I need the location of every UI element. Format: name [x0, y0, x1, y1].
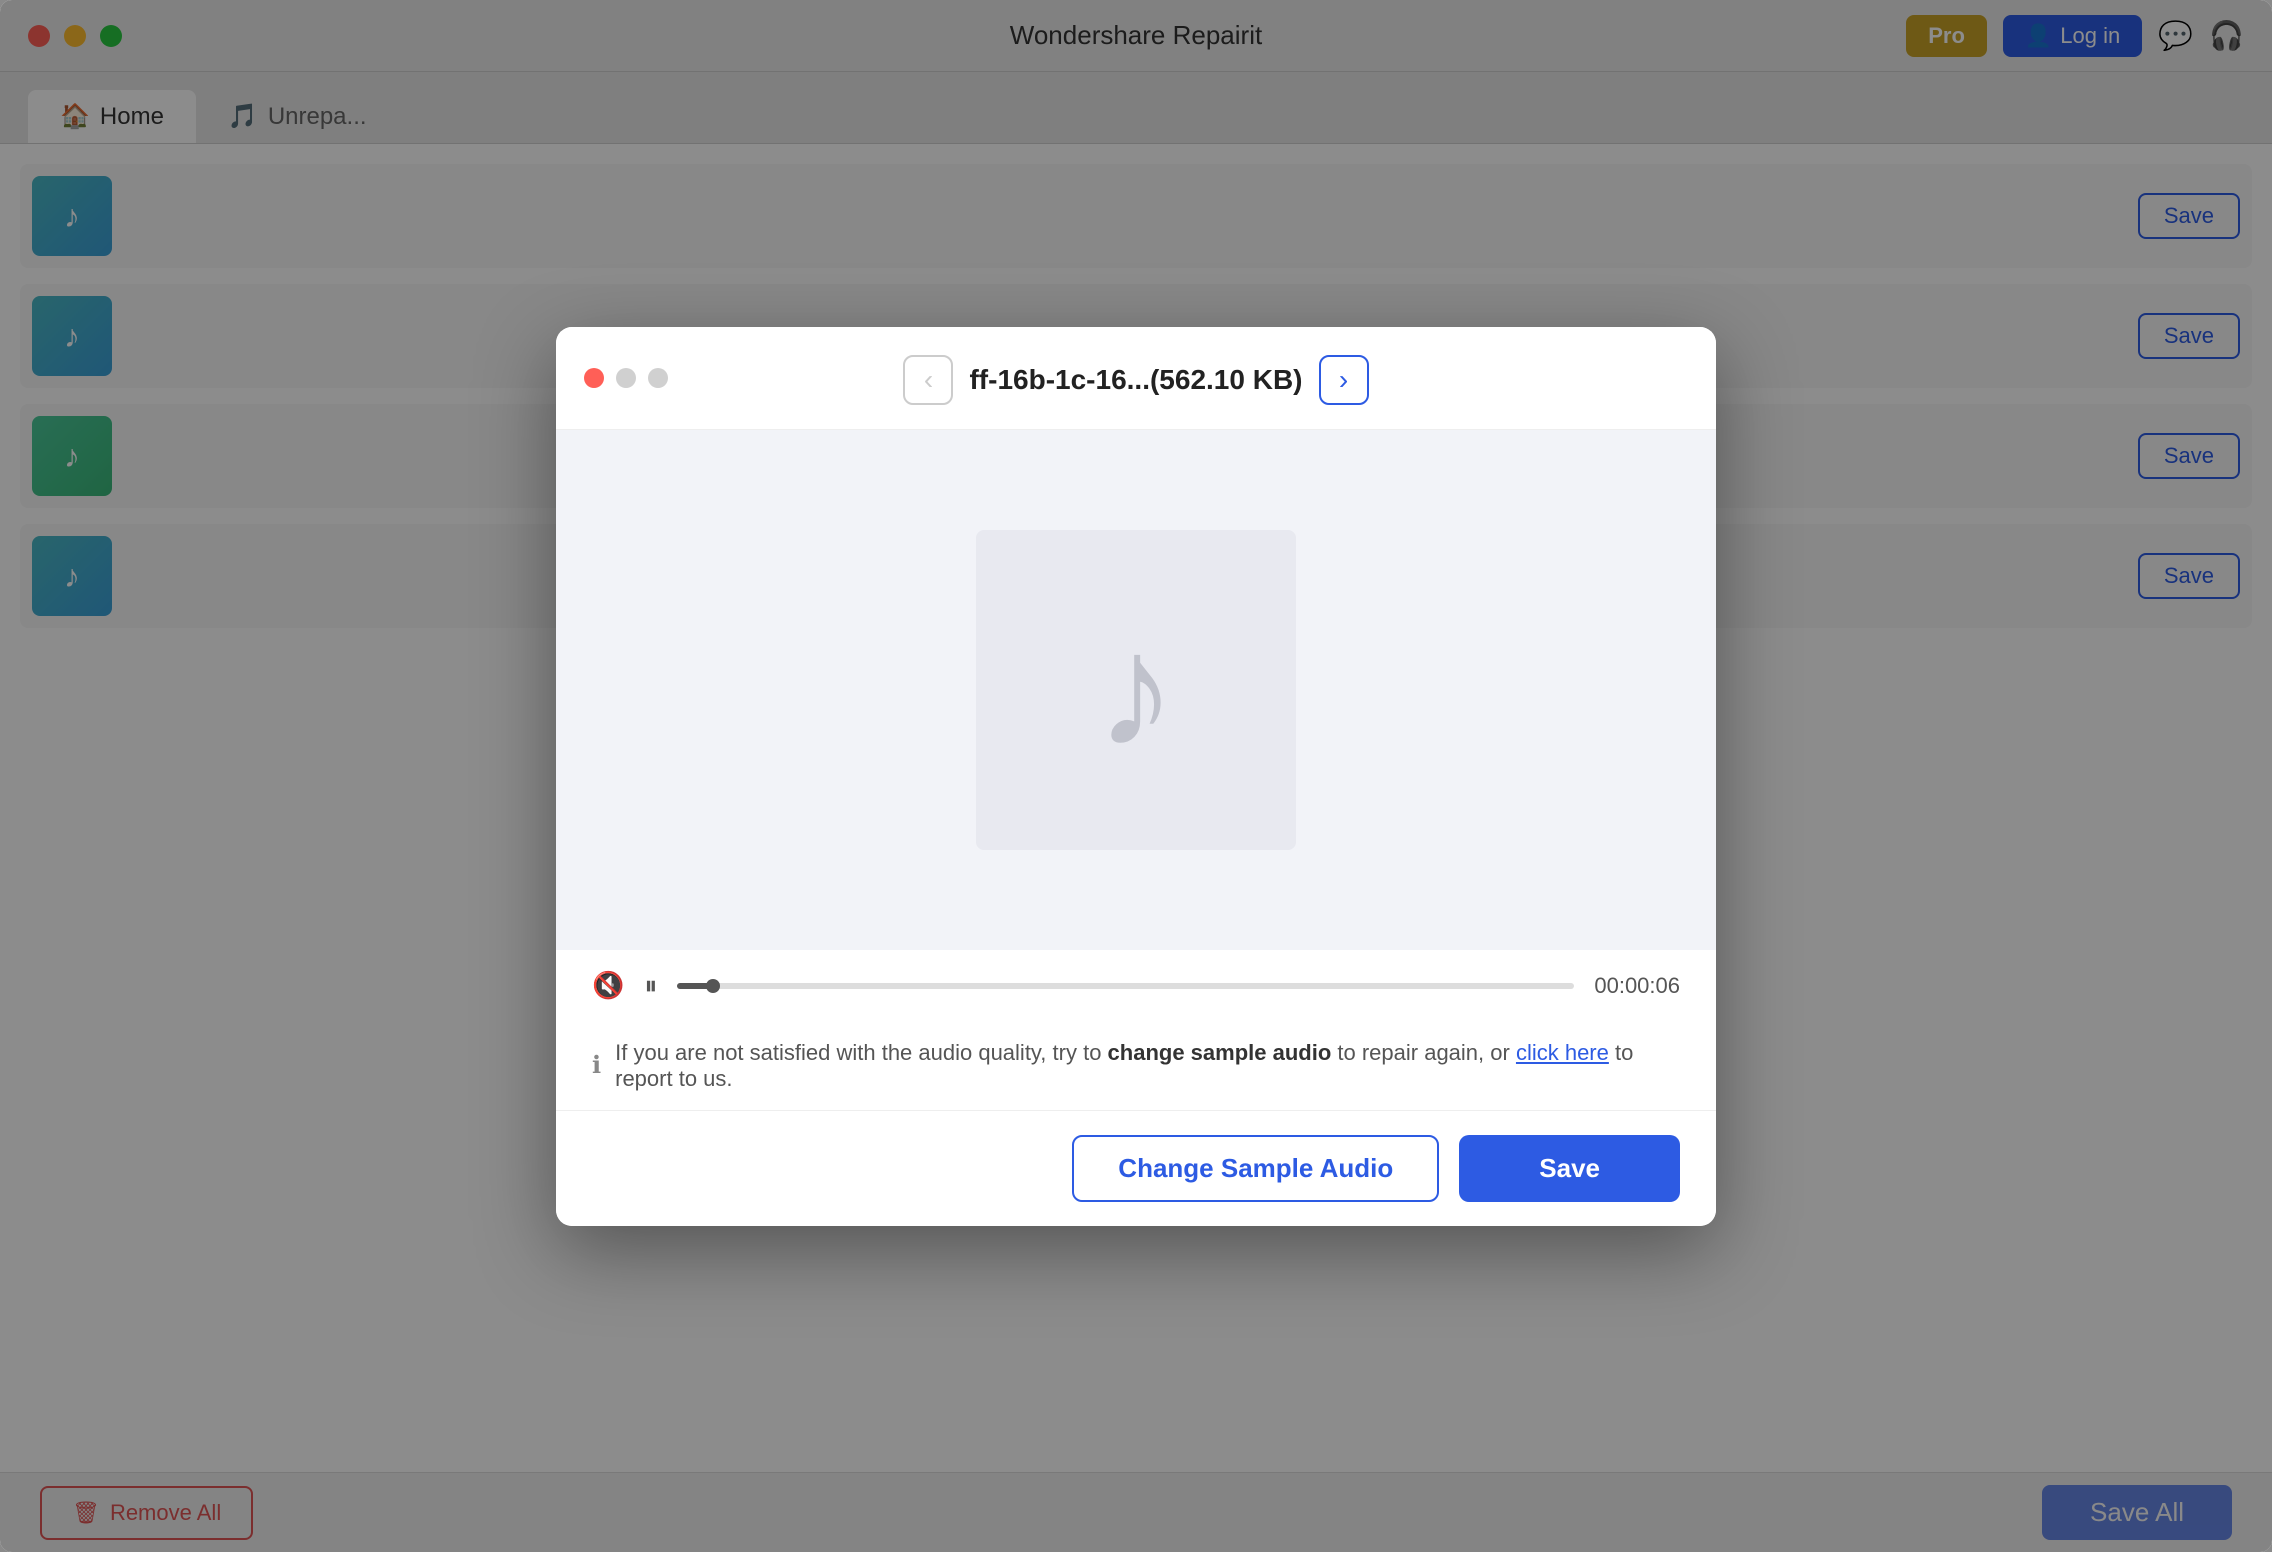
modal-footer: Change Sample Audio Save [556, 1110, 1716, 1226]
nav-next-button[interactable]: › [1319, 355, 1369, 405]
pause-icon[interactable]: ⏸ [644, 970, 657, 1002]
modal-save-button[interactable]: Save [1459, 1135, 1680, 1202]
modal-maximize-button[interactable] [648, 368, 668, 388]
modal-close-button[interactable] [584, 368, 604, 388]
audio-preview-area: ♪ [976, 530, 1296, 850]
app-window: Wondershare Repairit Pro 👤 Log in 💬 🎧 🏠 … [0, 0, 2272, 1552]
progress-thumb [706, 979, 720, 993]
time-display: 00:00:06 [1594, 973, 1680, 999]
music-note-icon: ♪ [1096, 598, 1176, 782]
mute-icon[interactable]: 🔇 [592, 970, 624, 1001]
audio-preview-modal: ‹ ff-16b-1c-16...(562.10 KB) › ♪ 🔇 ⏸ [556, 327, 1716, 1226]
modal-header: ‹ ff-16b-1c-16...(562.10 KB) › [556, 327, 1716, 430]
modal-navigation: ‹ ff-16b-1c-16...(562.10 KB) › [903, 355, 1368, 405]
info-message: If you are not satisfied with the audio … [615, 1040, 1680, 1092]
modal-minimize-button[interactable] [616, 368, 636, 388]
modal-traffic-lights [584, 368, 668, 388]
playback-bar: 🔇 ⏸ 00:00:06 [556, 950, 1716, 1022]
change-sample-audio-button[interactable]: Change Sample Audio [1072, 1135, 1439, 1202]
modal-body: ♪ [556, 430, 1716, 950]
info-icon: ℹ [592, 1051, 601, 1080]
click-here-link[interactable]: click here [1516, 1040, 1609, 1065]
progress-track[interactable] [677, 983, 1574, 989]
modal-filename: ff-16b-1c-16...(562.10 KB) [969, 364, 1302, 396]
modal-info-bar: ℹ If you are not satisfied with the audi… [556, 1022, 1716, 1110]
modal-overlay: ‹ ff-16b-1c-16...(562.10 KB) › ♪ 🔇 ⏸ [0, 0, 2272, 1552]
nav-prev-button[interactable]: ‹ [903, 355, 953, 405]
